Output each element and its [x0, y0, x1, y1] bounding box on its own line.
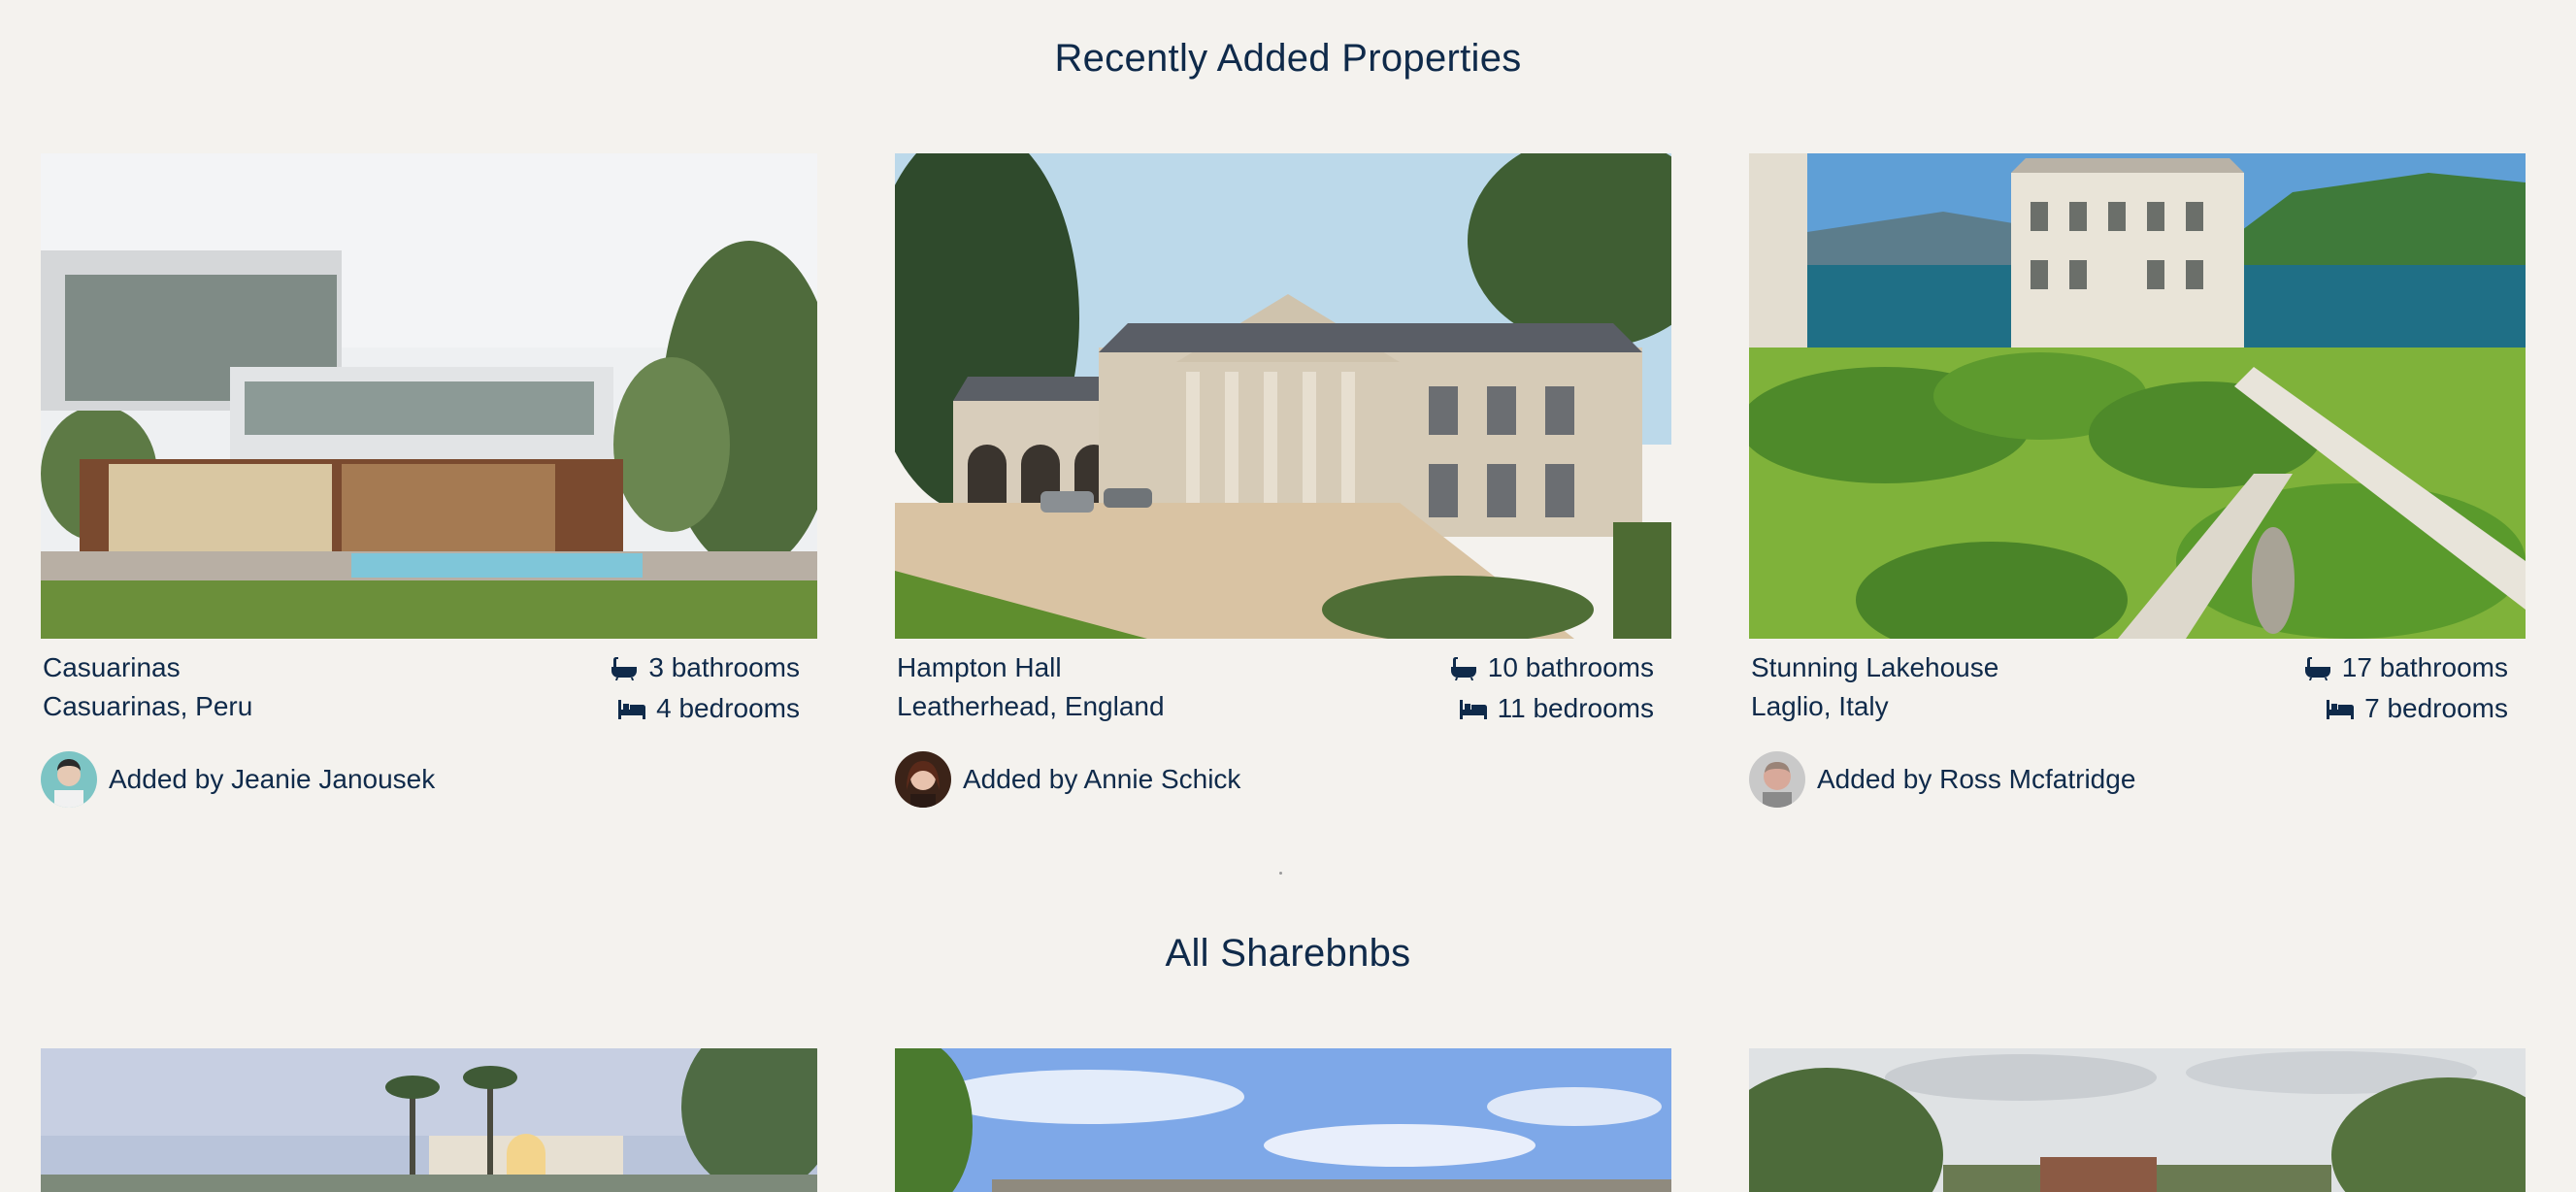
added-by: Added by Jeanie Janousek: [41, 751, 435, 808]
avatar: [41, 751, 97, 808]
added-by-label: Added by Annie Schick: [963, 764, 1241, 794]
property-name[interactable]: Stunning Lakehouse: [1751, 652, 1998, 683]
added-by-label: Added by Jeanie Janousek: [109, 764, 436, 794]
section-title-recent: Recently Added Properties: [1054, 37, 1522, 80]
bed-icon: [618, 700, 646, 719]
added-by: Added by Annie Schick: [895, 751, 1240, 808]
bedrooms-label: 4 bedrooms: [656, 693, 800, 723]
bathtub-icon: [611, 657, 638, 680]
property-name[interactable]: Hampton Hall: [897, 652, 1062, 683]
added-by: Added by Ross Mcfatridge: [1749, 751, 2135, 808]
bathrooms-label: 3 bathrooms: [648, 652, 800, 682]
avatar: [1749, 751, 1805, 808]
bathrooms-label: 17 bathrooms: [2341, 652, 2508, 682]
section-title-all: All Sharebnbs: [1165, 932, 1411, 975]
property-image[interactable]: [895, 153, 1671, 639]
bed-icon: [1459, 700, 1487, 719]
bathtub-icon: [2304, 657, 2330, 680]
bedrooms-stat: 4 bedrooms: [617, 693, 800, 724]
property-location: Leatherhead, England: [897, 691, 1165, 721]
bedrooms-label: 7 bedrooms: [2364, 693, 2508, 723]
added-by-label: Added by Ross Mcfatridge: [1817, 764, 2136, 794]
property-location: Casuarinas, Peru: [43, 691, 253, 721]
property-image[interactable]: [895, 1048, 1671, 1192]
property-image[interactable]: [41, 153, 817, 639]
property-location: Laglio, Italy: [1751, 691, 1889, 721]
divider-dot: [1279, 872, 1282, 875]
bathrooms-stat: 3 bathrooms: [610, 652, 800, 683]
bedrooms-label: 11 bedrooms: [1497, 693, 1654, 723]
property-image[interactable]: [1749, 1048, 2526, 1192]
bathrooms-stat: 10 bathrooms: [1449, 652, 1654, 683]
property-name[interactable]: Casuarinas: [43, 652, 181, 683]
property-image[interactable]: [1749, 153, 2526, 639]
bathrooms-label: 10 bathrooms: [1487, 652, 1654, 682]
bedrooms-stat: 11 bedrooms: [1459, 693, 1654, 724]
bedrooms-stat: 7 bedrooms: [2326, 693, 2508, 724]
avatar: [895, 751, 951, 808]
bathtub-icon: [1450, 657, 1476, 680]
property-image[interactable]: [41, 1048, 817, 1192]
bathrooms-stat: 17 bathrooms: [2303, 652, 2508, 683]
bed-icon: [2327, 700, 2355, 719]
